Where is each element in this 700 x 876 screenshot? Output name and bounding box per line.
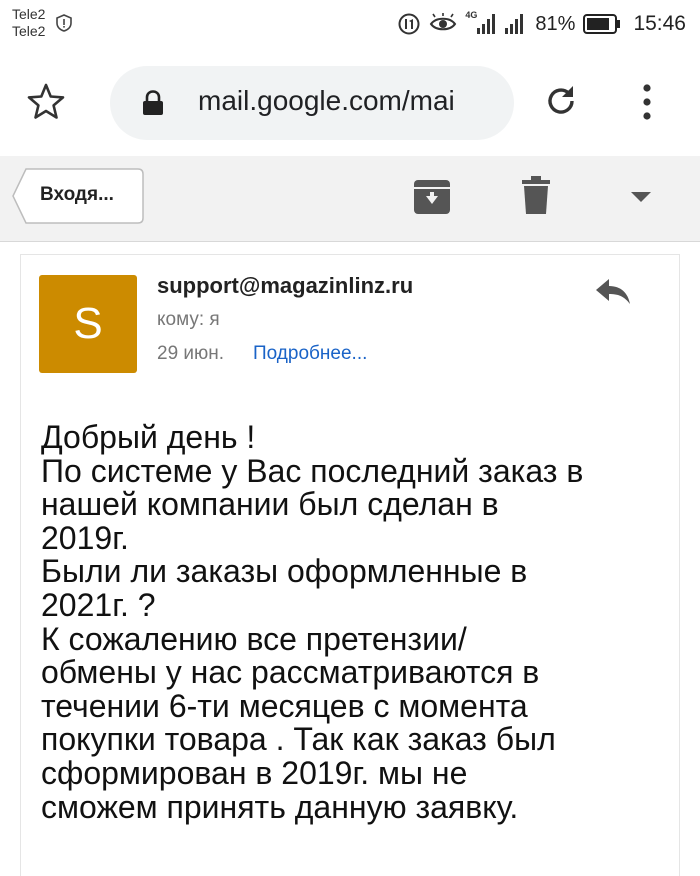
sender-address: support@magazinlinz.ru <box>157 273 414 298</box>
battery-percent: 81% <box>535 12 576 35</box>
email-date: 29 июн. <box>157 343 225 364</box>
details-link[interactable]: Подробнее... <box>253 343 367 365</box>
body-line: К сожалению все претензии/ <box>41 620 467 657</box>
reload-icon[interactable] <box>542 82 580 120</box>
chevron-down-icon[interactable] <box>628 186 654 206</box>
reply-icon[interactable] <box>593 275 633 307</box>
back-label: Входя... <box>40 184 114 205</box>
body-line: покупки товара . Так как заказ был <box>41 721 556 758</box>
email-message: S support@magazinlinz.ru кому: я 29 июн.… <box>20 254 680 876</box>
more-vertical-icon[interactable] <box>632 82 662 122</box>
message-action-bar: Входя... <box>0 156 700 242</box>
recipient-line: кому: я <box>157 309 220 330</box>
trash-icon[interactable] <box>518 174 554 216</box>
lock-icon <box>143 90 163 115</box>
body-line: Добрый день ! <box>41 419 256 455</box>
address-bar[interactable]: mail.google.com/mai <box>110 66 514 140</box>
sender-avatar: S <box>39 275 137 373</box>
body-line: Были ли заказы оформленные в <box>41 553 528 590</box>
archive-icon[interactable] <box>412 176 452 216</box>
eye-comfort-icon <box>430 13 457 31</box>
carrier-labels: Tele2 Tele2 <box>12 6 45 40</box>
carrier-2: Tele2 <box>12 23 46 39</box>
battery-icon <box>583 14 621 34</box>
browser-toolbar: mail.google.com/mai <box>0 48 700 156</box>
email-body: Добрый день ! По системе у Вас последний… <box>41 419 671 825</box>
body-line: По системе у Вас последний заказ в <box>41 452 584 489</box>
body-line: сможем принять данную заявку. <box>41 788 519 825</box>
signal-icon <box>505 14 524 34</box>
body-line: 2019г. <box>41 519 129 556</box>
body-line: сформирован в 2019г. мы не <box>41 754 468 791</box>
body-line: обмены у нас рассматриваются в <box>41 654 540 691</box>
clock: 15:46 <box>633 12 686 35</box>
data-saver-icon <box>398 13 420 35</box>
bookmark-star-icon[interactable] <box>26 82 66 122</box>
url-text: mail.google.com/mai <box>198 85 455 116</box>
body-line: 2021г. ? <box>41 586 156 623</box>
body-line: нашей компании был сделан в <box>41 486 499 523</box>
body-line: течении 6-ти месяцев с момента <box>41 687 528 724</box>
signal-4g-icon: 4G <box>465 10 496 36</box>
shield-icon <box>56 14 72 32</box>
carrier-1: Tele2 <box>12 6 46 22</box>
back-to-inbox-button[interactable]: Входя... <box>12 168 144 224</box>
status-bar: Tele2 Tele2 4G 81% 15:46 <box>0 0 700 48</box>
status-icons: 4G 81% 15:46 <box>397 10 686 38</box>
